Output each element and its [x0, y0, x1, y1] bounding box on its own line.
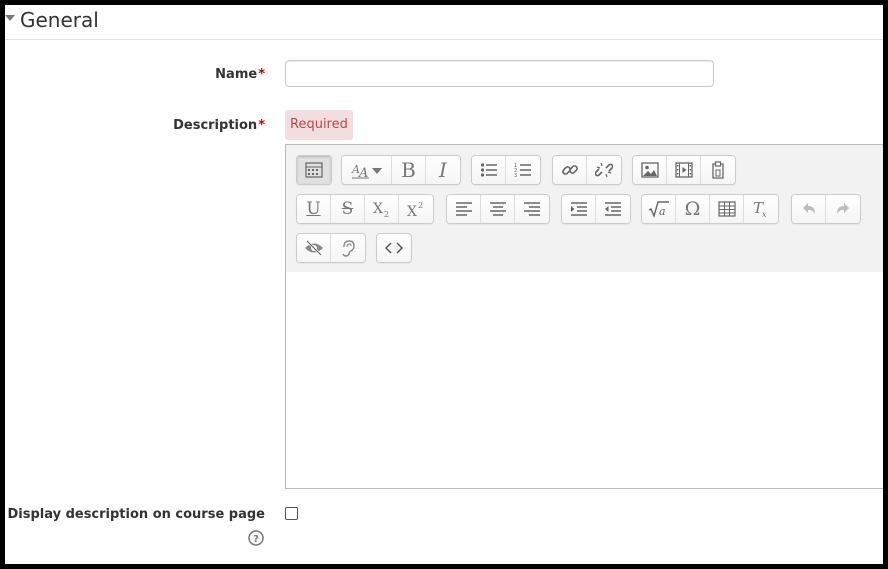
editor-toolbar: AA B I 123 U S X 2 X 2 a Ω T x [286, 145, 883, 273]
font-style-button[interactable]: AA [342, 156, 392, 184]
ear-icon [342, 240, 355, 257]
toolbar-toggle-icon [305, 162, 323, 178]
toolbar-group-formatting: U S X2 X2 [296, 194, 434, 224]
undo-icon [802, 203, 815, 214]
svg-text:x: x [762, 210, 767, 218]
subscript-icon: X2 [373, 201, 389, 218]
description-editor: AA B I 123 U S X 2 X 2 a Ω T x [285, 144, 883, 489]
collapse-toggle-icon[interactable] [5, 15, 15, 21]
screenreader-helper-button[interactable] [331, 234, 365, 262]
ordered-list-button[interactable]: 123 [506, 156, 540, 184]
clipboard-icon [712, 161, 724, 179]
align-center-icon [489, 202, 506, 216]
omega-icon: Ω [684, 197, 701, 220]
toolbar-toggle-button[interactable] [297, 156, 331, 184]
align-left-icon [455, 202, 472, 216]
indent-icon [570, 202, 587, 216]
undo-button[interactable] [792, 195, 826, 223]
media-button[interactable] [667, 156, 701, 184]
redo-icon [837, 203, 849, 214]
equation-icon: a [648, 201, 669, 218]
italic-button[interactable]: I [426, 156, 460, 184]
svg-text:?: ? [253, 534, 259, 545]
svg-text:2: 2 [418, 201, 423, 210]
toolbar-group-media [632, 155, 736, 185]
link-icon [561, 165, 578, 175]
form-page: General Name* Description* Required AA B… [5, 5, 883, 564]
table-button[interactable] [710, 195, 744, 223]
align-right-button[interactable] [515, 195, 549, 223]
clear-formatting-icon: Tx [753, 200, 767, 218]
font-style-icon: AA [351, 163, 382, 179]
image-icon [640, 162, 659, 178]
display-description-label: Display description on course page [7, 507, 265, 522]
toolbar-group-toggle [296, 155, 332, 185]
clear-formatting-button[interactable]: Tx [744, 195, 778, 223]
bold-icon: B [401, 158, 416, 182]
html-source-button[interactable] [377, 234, 411, 262]
outdent-icon [605, 202, 621, 216]
bold-button[interactable]: B [392, 156, 426, 184]
svg-text:X: X [373, 201, 383, 217]
strikethrough-button[interactable]: S [331, 195, 365, 223]
svg-text:3: 3 [514, 173, 517, 178]
code-icon [385, 242, 403, 254]
toolbar-group-insert: a Ω Tx [641, 194, 779, 224]
section-title[interactable]: General [20, 7, 99, 33]
section-header[interactable]: General [5, 5, 883, 40]
svg-text:2: 2 [384, 210, 389, 218]
toolbar-group-text-style: AA B I [341, 155, 461, 185]
underline-icon: U [306, 198, 321, 219]
unlink-icon [595, 162, 613, 178]
align-right-icon [524, 202, 540, 216]
required-icon: * [258, 118, 265, 133]
display-description-checkbox[interactable] [285, 507, 298, 520]
required-icon: * [258, 67, 265, 82]
help-icon[interactable]: ? [248, 530, 264, 546]
redo-button[interactable] [826, 195, 860, 223]
toolbar-group-links [552, 155, 622, 185]
editor-content-area[interactable] [286, 272, 883, 488]
italic-icon: I [439, 158, 447, 182]
toolbar-group-align [446, 194, 550, 224]
unlink-button[interactable] [587, 156, 621, 184]
align-left-button[interactable] [447, 195, 481, 223]
accessibility-checker-button[interactable] [297, 234, 331, 262]
svg-text:A: A [358, 166, 368, 179]
superscript-icon: X2 [407, 201, 423, 218]
equation-button[interactable]: a [642, 195, 676, 223]
required-error-badge: Required [285, 110, 353, 140]
film-icon [674, 162, 693, 178]
toolbar-group-source [376, 233, 412, 263]
toolbar-group-indent [561, 194, 631, 224]
image-button[interactable] [633, 156, 667, 184]
svg-text:a: a [659, 205, 666, 218]
align-center-button[interactable] [481, 195, 515, 223]
toolbar-group-lists: 123 [471, 155, 541, 185]
indent-button[interactable] [562, 195, 596, 223]
description-label-text: Description [173, 118, 258, 133]
manage-files-button[interactable] [701, 156, 735, 184]
subscript-button[interactable]: X2 [365, 195, 399, 223]
table-icon [717, 201, 736, 217]
name-label-text: Name [215, 67, 258, 82]
unordered-list-icon [480, 163, 497, 177]
strikethrough-icon: S [341, 198, 354, 219]
toolbar-group-history [791, 194, 861, 224]
eye-slash-icon [304, 240, 323, 256]
special-character-button[interactable]: Ω [676, 195, 710, 223]
toolbar-group-accessibility [296, 233, 366, 263]
unordered-list-button[interactable] [472, 156, 506, 184]
name-input[interactable] [285, 60, 714, 87]
svg-text:X: X [407, 204, 417, 218]
link-button[interactable] [553, 156, 587, 184]
outdent-button[interactable] [596, 195, 630, 223]
name-label: Name* [215, 67, 265, 82]
description-label: Description* [173, 118, 265, 133]
ordered-list-icon: 123 [514, 163, 531, 178]
superscript-button[interactable]: X2 [399, 195, 433, 223]
underline-button[interactable]: U [297, 195, 331, 223]
